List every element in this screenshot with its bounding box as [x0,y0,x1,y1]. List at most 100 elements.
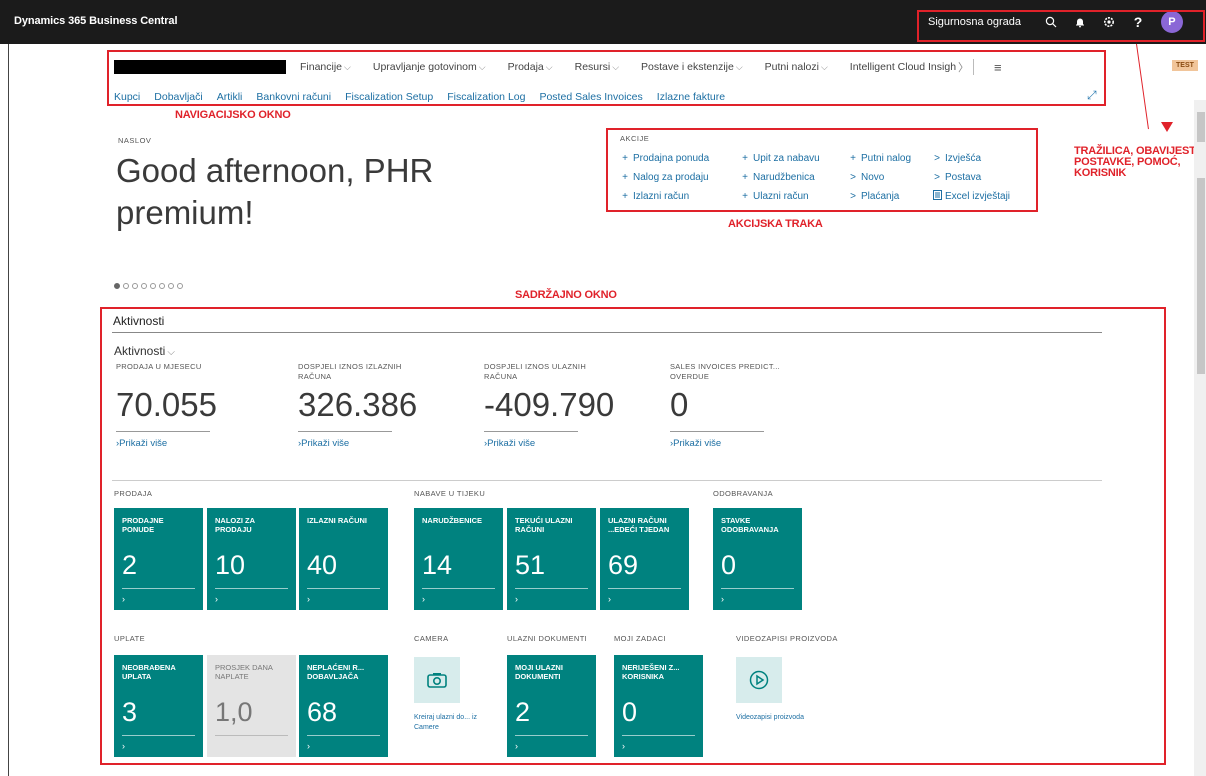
video-link-text[interactable]: Videozapisi proizvoda [736,713,806,723]
tile-value: 69 [608,550,639,580]
tile-izlazni-racuni[interactable]: IZLAZNI RAČUNI 40 › [299,508,388,610]
activities-dropdown[interactable]: Aktivnosti ⌵ [114,344,175,358]
tile-neplaceni-racuni-dobavljaca[interactable]: NEPLAĆENI R... DOBAVLJAČA 68 › [299,655,388,757]
kpi-divider [298,431,392,432]
plus-icon: + [622,190,628,202]
action-ulazni-racun[interactable]: + Ulazni račun [740,188,848,204]
kpi-show-more-link[interactable]: ›Prikaži više [670,438,840,449]
plus-icon: + [742,152,748,164]
action-label: Prodajna ponuda [633,152,710,164]
tile-stavke-odobravanja[interactable]: STAVKE ODOBRAVANJA 0 › [713,508,802,610]
chevron-right-icon: › [122,741,125,751]
action-prodajna-ponuda[interactable]: + Prodajna ponuda [620,150,740,166]
actions-grid: + Prodajna ponuda + Upit za nabavu + Putni … [620,150,1040,204]
tile-value: 68 [307,697,338,727]
tile-value: 0 [622,697,638,727]
tile-nerijeseni-zadaci[interactable]: NERIJEŠENI Z... KORISNIKA 0 › [614,655,703,757]
action-narudzbenica[interactable]: + Narudžbenica [740,169,848,185]
pager-dot[interactable] [177,283,183,289]
tile-nalozi-za-prodaju[interactable]: NALOZI ZA PRODAJU 10 › [207,508,296,610]
pager-dot[interactable] [168,283,174,289]
excel-report-icon [932,189,942,203]
scrollbar-top-thumb[interactable] [1197,112,1205,142]
action-label: Narudžbenica [753,171,815,183]
tile-neobradena-uplata[interactable]: NEOBRAĐENA UPLATA 3 › [114,655,203,757]
action-label: Plaćanja [861,190,900,202]
action-izvjesca[interactable]: > Izvješća [932,150,1042,166]
tile-value: 2 [122,550,138,580]
tile-divider [215,588,288,589]
action-label: Excel izvještaji [945,190,1011,202]
chevron-right-icon: › [122,594,125,604]
kpi-value[interactable]: -409.790 [484,388,654,422]
scrollbar-thumb[interactable] [1197,178,1205,374]
tile-label: TEKUĆI ULAZNI RAČUNI [515,516,573,534]
pager-dot[interactable] [114,283,120,289]
group-title-camera: CAMERA [414,634,449,643]
action-postava[interactable]: > Postava [932,169,1042,185]
action-label: Upit za nabavu [753,152,820,164]
tile-value: 0 [721,550,737,580]
camera-link-text[interactable]: Kreiraj ulazni do... iz Camere [414,713,484,733]
pager-dot[interactable] [141,283,147,289]
kpi-value[interactable]: 326.386 [298,388,468,422]
tile-prosjek-dana-naplate[interactable]: PROSJEK DANA NAPLATE 1,0 [207,655,296,757]
action-excel-izvjestaji[interactable]: Excel izvještaji [932,188,1042,204]
action-label: Izlazni račun [633,190,690,202]
tile-label: NEOBRAĐENA UPLATA [122,663,176,681]
camera-icon[interactable] [414,657,460,703]
action-putni-nalog[interactable]: + Putni nalog [848,150,932,166]
action-nalog-za-prodaju[interactable]: + Nalog za prodaju [620,169,740,185]
chevron-right-icon: > [850,190,856,202]
chevron-right-icon: › [515,741,518,751]
chevron-right-icon: > [850,171,856,183]
headline-pager-dots[interactable] [114,283,183,289]
tile-divider [608,588,681,589]
app-title[interactable]: Dynamics 365 Business Central [14,15,178,27]
action-novo[interactable]: > Novo [848,169,932,185]
action-placanja[interactable]: > Plaćanja [848,188,932,204]
pager-dot[interactable] [150,283,156,289]
tile-tekuci-ulazni-racuni[interactable]: TEKUĆI ULAZNI RAČUNI 51 › [507,508,596,610]
chevron-right-icon: > [934,152,940,164]
chevron-right-icon: › [515,594,518,604]
action-label: Izvješća [945,152,982,164]
pager-dot[interactable] [132,283,138,289]
annotation-box-navigation [107,50,1106,106]
camera-link-tile[interactable]: Kreiraj ulazni do... iz Camere [414,657,494,733]
tile-label: NARUDŽBENICE [422,516,482,525]
chevron-right-icon: › [622,741,625,751]
play-video-icon[interactable] [736,657,782,703]
tile-divider [515,588,588,589]
tile-value: 2 [515,697,531,727]
annotation-arrow-head [1161,122,1173,132]
tile-value: 3 [122,697,138,727]
kpi-prodaja-u-mjesecu: PRODAJA U MJESECU 70.055 ›Prikaži više [116,362,286,449]
group-title-uplate: UPLATE [114,634,146,643]
kpi-value[interactable]: 0 [670,388,840,422]
action-upit-za-nabavu[interactable]: + Upit za nabavu [740,150,848,166]
kpi-show-more-link[interactable]: ›Prikaži više [484,438,654,449]
action-izlazni-racun[interactable]: + Izlazni račun [620,188,740,204]
action-label: Novo [861,171,885,183]
plus-icon: + [742,190,748,202]
tile-prodajne-ponude[interactable]: PRODAJNE PONUDE 2 › [114,508,203,610]
tile-divider [122,588,195,589]
pager-dot[interactable] [123,283,129,289]
annotation-label-navigation: NAVIGACIJSKO OKNO [175,109,291,121]
pager-dot[interactable] [159,283,165,289]
headline-kicker: NASLOV [118,136,152,145]
kpi-show-more-link[interactable]: ›Prikaži više [116,438,286,449]
chevron-right-icon: › [721,594,724,604]
tile-divider [622,735,695,736]
tile-label: MOJI ULAZNI DOKUMENTI [515,663,563,681]
tile-divider [307,588,380,589]
tile-moji-ulazni-dokumenti[interactable]: MOJI ULAZNI DOKUMENTI 2 › [507,655,596,757]
action-label: Nalog za prodaju [633,171,709,183]
kpi-label: DOSPJELI IZNOS IZLAZNIH RAČUNA [298,362,402,381]
tile-ulazni-racuni-tjedan[interactable]: ULAZNI RAČUNI ...EDEĆI TJEDAN 69 › [600,508,689,610]
video-link-tile[interactable]: Videozapisi proizvoda [736,657,816,723]
kpi-value[interactable]: 70.055 [116,388,286,422]
tile-narudzbenice[interactable]: NARUDŽBENICE 14 › [414,508,503,610]
kpi-show-more-link[interactable]: ›Prikaži više [298,438,468,449]
